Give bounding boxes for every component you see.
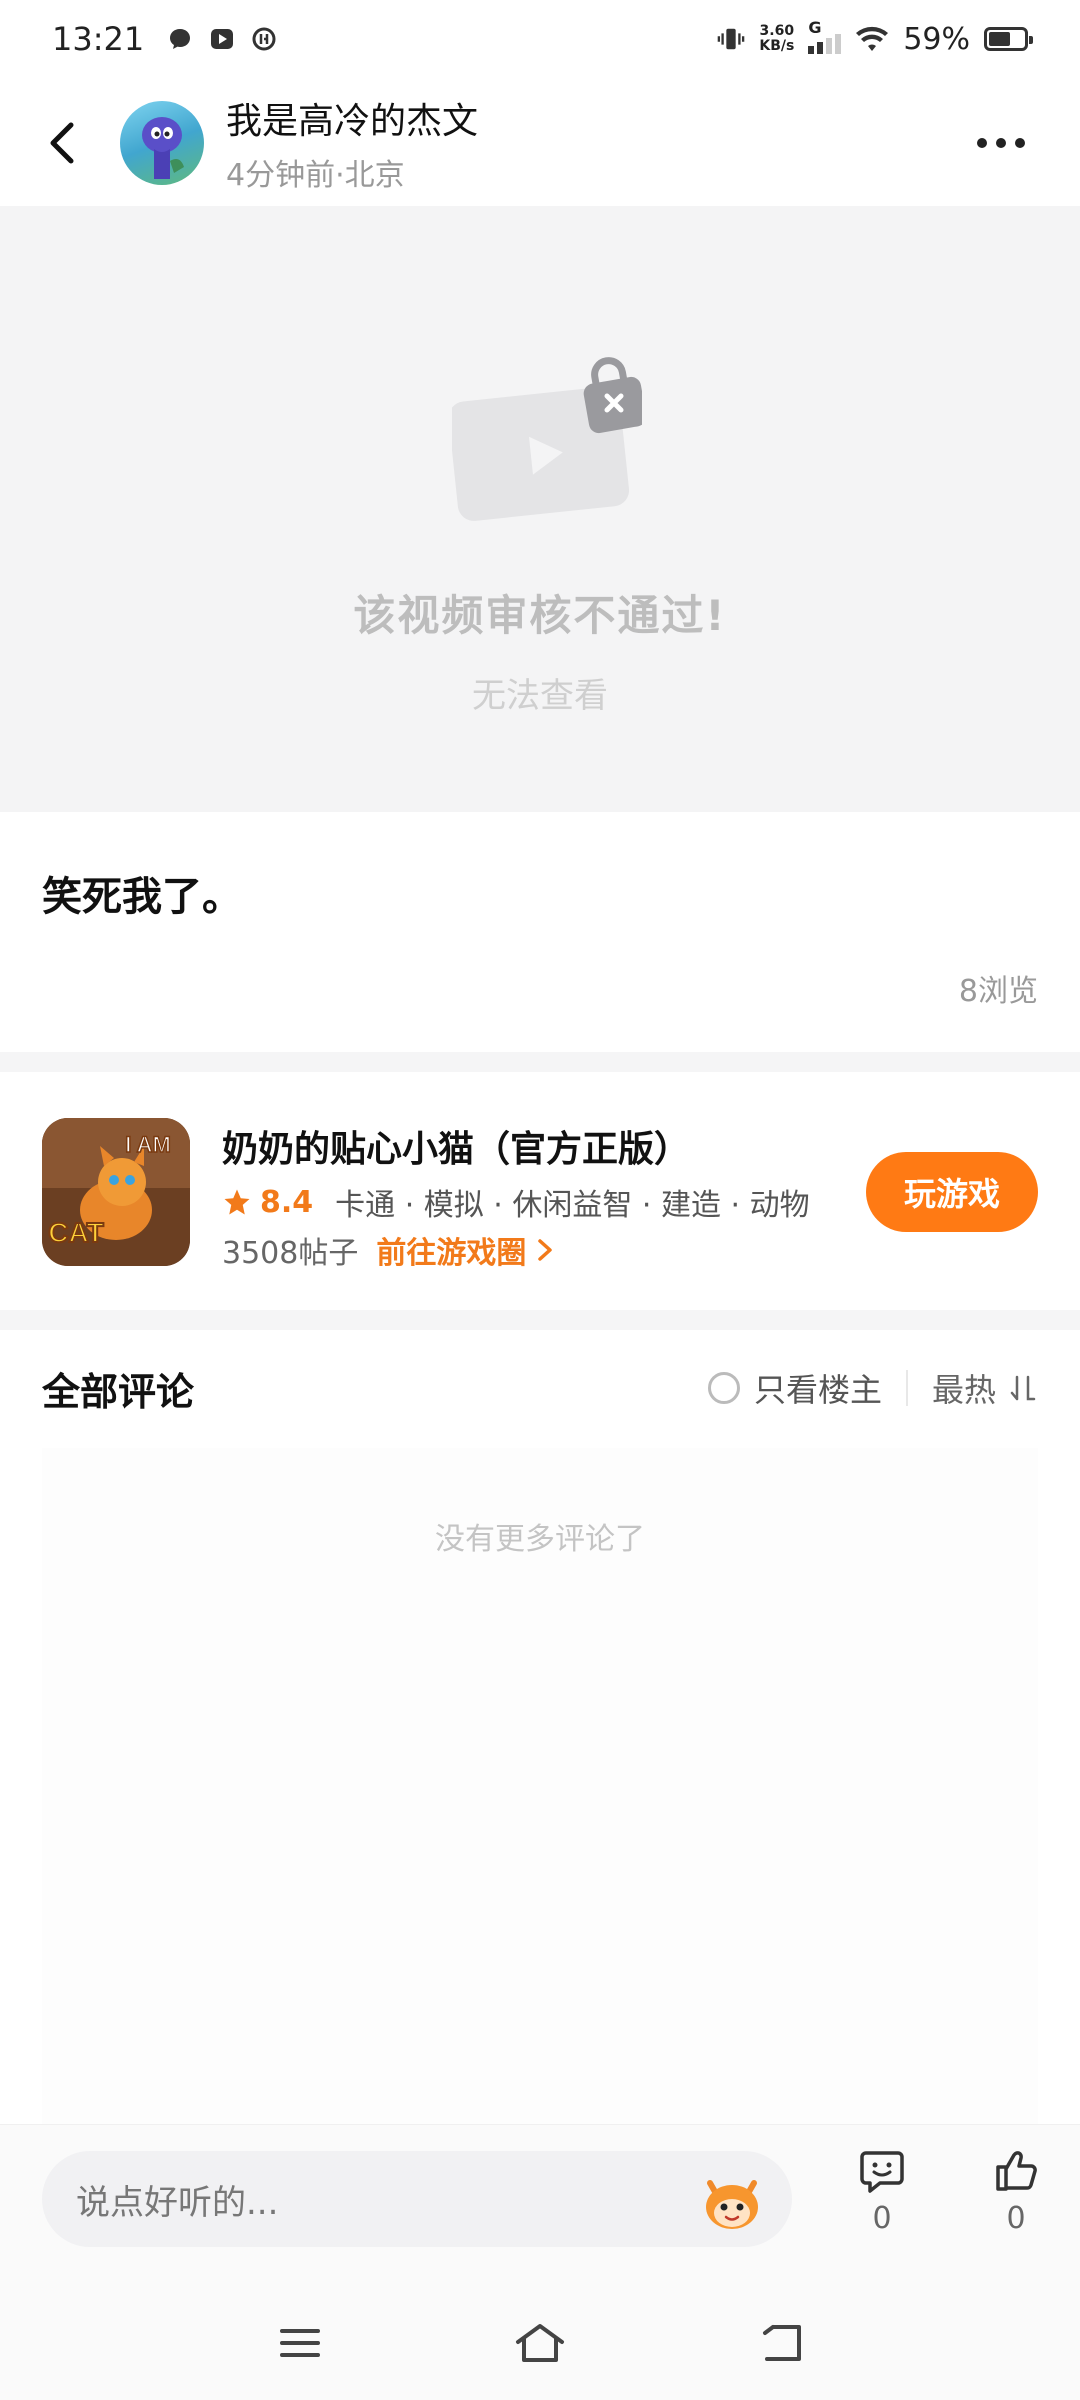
blocked-subtitle: 无法查看 <box>472 676 608 716</box>
comment-placeholder: 说点好听的... <box>76 2182 279 2223</box>
owner-only-label: 只看楼主 <box>753 1371 882 1409</box>
no-more-comments: 没有更多评论了 <box>435 1522 645 1557</box>
divider <box>905 1370 908 1406</box>
video-app-icon <box>208 25 236 53</box>
sort-hot-button[interactable]: 最热 <box>932 1365 1038 1411</box>
goto-game-circle-link[interactable]: 前往游戏圈 <box>376 1228 556 1272</box>
home-icon <box>516 2324 564 2362</box>
sort-icon <box>1010 1375 1036 1401</box>
dot-icon <box>977 138 987 148</box>
play-game-button[interactable]: 玩游戏 <box>866 1152 1038 1232</box>
menu-nav-button[interactable] <box>270 2318 330 2368</box>
comment-input[interactable]: 说点好听的... <box>42 2151 792 2247</box>
post-time-location: 4分钟前·北京 <box>226 158 405 193</box>
game-icon-text-bottom: CAT <box>48 1217 103 1248</box>
section-divider <box>0 1310 1080 1330</box>
dot-icon <box>1015 138 1025 148</box>
star-icon <box>224 1189 250 1215</box>
thumbs-up-icon <box>996 2151 1037 2191</box>
signal-icon: G <box>808 18 842 54</box>
post-text: 笑死我了。 <box>42 874 242 920</box>
comment-action[interactable]: 0 <box>842 2147 922 2236</box>
system-nav-bar <box>0 2278 1080 2400</box>
like-count: 0 <box>1006 2201 1026 2236</box>
game-posts-count: 3508帖子 <box>222 1236 359 1271</box>
more-options-button[interactable] <box>966 108 1036 178</box>
game-icon[interactable]: I AM CAT <box>42 1118 190 1266</box>
avatar[interactable] <box>120 101 204 185</box>
comment-count: 0 <box>872 2201 892 2236</box>
status-bar: 13:21 3.60 KB/s G 59% <box>0 0 1080 78</box>
goto-game-circle-label: 前往游戏圈 <box>376 1236 527 1271</box>
message-icon <box>166 25 194 53</box>
section-divider <box>0 1052 1080 1072</box>
sort-label: 最热 <box>931 1371 996 1409</box>
game-card[interactable]: I AM CAT 奶奶的贴心小猫（官方正版） 8.4 卡通 · 模拟 · 休闲益… <box>0 1074 1080 1310</box>
net-speed: 3.60 KB/s <box>759 23 795 54</box>
game-tags: 卡通 · 模拟 · 休闲益智 · 建造 · 动物 <box>335 1188 810 1223</box>
comment-icon <box>860 2151 904 2193</box>
game-icon-text-top: I AM <box>125 1132 171 1157</box>
like-action[interactable]: 0 <box>976 2147 1056 2236</box>
home-nav-button[interactable] <box>510 2318 570 2368</box>
game-title[interactable]: 奶奶的贴心小猫（官方正版） <box>222 1120 690 1172</box>
comments-header: 全部评论 只看楼主 最热 <box>0 1328 1080 1448</box>
video-player-blocked: 该视频审核不通过! 无法查看 <box>0 206 1080 812</box>
back-button[interactable] <box>28 108 98 178</box>
locked-video-icon <box>448 346 647 530</box>
bottom-bar: 说点好听的... 0 0 <box>0 2124 1080 2278</box>
chevron-right-icon <box>538 1239 553 1261</box>
comments-title: 全部评论 <box>42 1369 195 1414</box>
blocked-title: 该视频审核不通过! <box>353 591 727 640</box>
radio-icon <box>707 1372 740 1404</box>
game-score: 8.4 <box>260 1184 314 1220</box>
owner-only-toggle[interactable]: 只看楼主 <box>707 1365 882 1411</box>
mascot-emoji-icon[interactable] <box>696 2163 768 2235</box>
status-time: 13:21 <box>52 20 145 58</box>
back-nav-icon <box>763 2325 801 2361</box>
vibrate-icon <box>717 25 745 53</box>
menu-icon <box>280 2329 320 2357</box>
view-count: 8浏览 <box>958 974 1038 1009</box>
wifi-icon <box>855 25 889 53</box>
battery-percent: 59% <box>903 21 970 57</box>
post-header: 我是高冷的杰文 4分钟前·北京 <box>0 84 1080 202</box>
dot-icon <box>996 138 1006 148</box>
battery-icon <box>984 27 1033 51</box>
back-nav-button[interactable] <box>752 2318 812 2368</box>
app-notification-icon <box>250 25 278 53</box>
user-name[interactable]: 我是高冷的杰文 <box>226 92 478 144</box>
chevron-left-icon <box>50 122 74 164</box>
network-type: G <box>808 18 822 37</box>
